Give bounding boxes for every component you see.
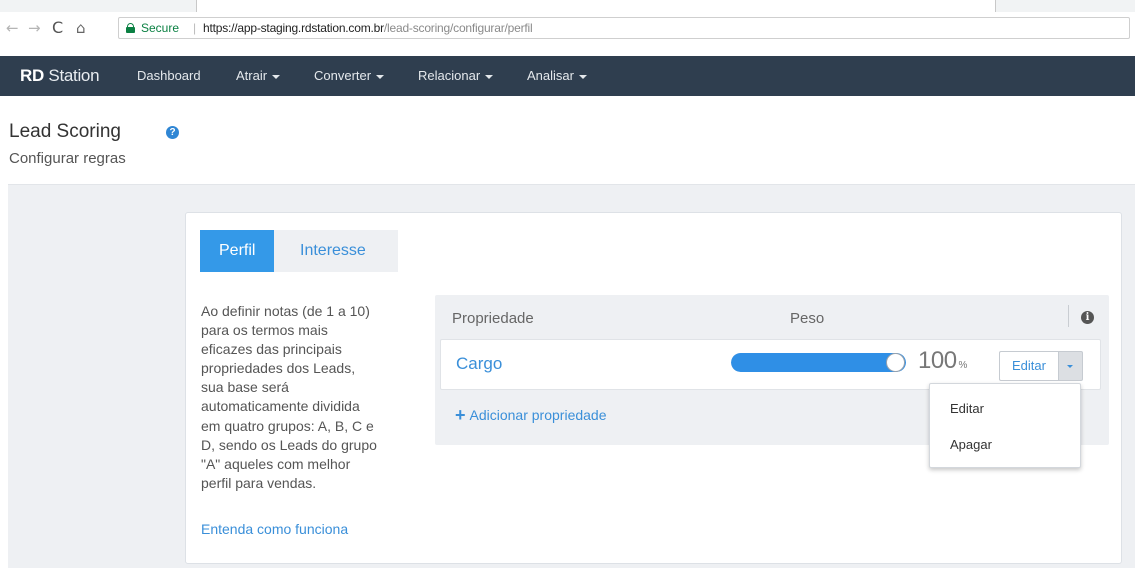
column-header-property: Propriedade [452, 310, 534, 327]
description-line: para os termos mais [201, 322, 328, 339]
caret-down-icon [578, 74, 587, 79]
caret-down-icon [485, 74, 494, 79]
tab-interesse[interactable]: Interesse [274, 230, 398, 272]
brand-logo[interactable]: RD Station [20, 56, 100, 96]
nav-analisar-label: Analisar [527, 68, 574, 83]
url-path: /lead-scoring/configurar/perfil [383, 21, 533, 35]
nav-dashboard[interactable]: Dashboard [137, 56, 201, 96]
description-line: em quatro grupos: A, B, C e [201, 417, 374, 434]
edit-dropdown-toggle[interactable] [1058, 351, 1083, 381]
nav-relacionar[interactable]: Relacionar [418, 56, 494, 96]
description-line: automaticamente dividida [201, 398, 360, 415]
nav-atrair-label: Atrair [236, 68, 268, 83]
nav-analisar[interactable]: Analisar [527, 56, 587, 96]
help-icon[interactable]: ? [166, 126, 179, 139]
back-arrow-icon[interactable]: ← [6, 20, 19, 36]
forward-arrow-icon[interactable]: → [28, 20, 41, 36]
property-name-link[interactable]: Cargo [456, 354, 502, 374]
info-icon[interactable]: i [1081, 311, 1094, 324]
weight-slider-handle[interactable] [886, 353, 905, 372]
url-host: https://app-staging.rdstation.com.br [203, 21, 384, 35]
lock-icon [126, 23, 135, 33]
browser-tabstrip [0, 0, 1135, 12]
weight-unit: % [958, 360, 968, 371]
brand-logo-bold: RD [20, 66, 44, 85]
column-header-weight: Peso [790, 310, 825, 327]
app-navbar: RD Station Dashboard Atrair Converter Re… [0, 56, 1135, 96]
nav-converter[interactable]: Converter [314, 56, 385, 96]
description-line: D, sendo os Leads do grupo [201, 436, 377, 453]
address-bar[interactable]: Secure | https://app-staging.rdstation.c… [118, 17, 1130, 39]
browser-toolbar: ← → C ⌂ Secure | https://app-staging.rds… [0, 0, 1135, 56]
url-text: https://app-staging.rdstation.com.br/lea… [203, 18, 533, 38]
weight-slider-fill [731, 353, 906, 372]
home-icon[interactable]: ⌂ [76, 20, 86, 36]
address-separator: | [193, 21, 197, 35]
learn-more-link[interactable]: Entenda como funciona [201, 521, 348, 537]
secure-label: Secure [141, 21, 180, 35]
description-line: Ao definir notas (de 1 a 10) [201, 303, 370, 319]
edit-button[interactable]: Editar [999, 351, 1058, 381]
brand-logo-rest: Station [48, 66, 100, 85]
description-line: eficazes das principais [201, 341, 342, 358]
edit-dropdown-menu: Editar Apagar [929, 383, 1081, 468]
caret-down-icon [376, 74, 385, 79]
plus-icon: + [455, 405, 466, 425]
reload-icon[interactable]: C [52, 20, 63, 36]
nav-converter-label: Converter [314, 68, 372, 83]
nav-relacionar-label: Relacionar [418, 68, 481, 83]
menu-item-editar[interactable]: Editar [930, 391, 1080, 427]
description-line: "A" aqueles com melhor [201, 455, 351, 472]
menu-item-apagar[interactable]: Apagar [930, 427, 1080, 463]
tab-perfil[interactable]: Perfil [200, 230, 288, 272]
page-subtitle: Configurar regras [9, 150, 126, 167]
browser-tab[interactable] [196, 0, 996, 12]
weight-slider[interactable] [731, 353, 906, 372]
page-title: Lead Scoring [9, 121, 121, 142]
description-line: sua base será [201, 379, 289, 396]
weight-value: 100% [918, 347, 967, 375]
caret-down-icon [1067, 365, 1073, 368]
add-property-label: Adicionar propriedade [469, 407, 607, 423]
caret-down-icon [272, 74, 281, 79]
nav-atrair[interactable]: Atrair [236, 56, 281, 96]
add-property-link[interactable]: + Adicionar propriedade [455, 405, 607, 426]
description-line: perfil para vendas. [201, 474, 317, 491]
description-line: propriedades dos Leads, [201, 360, 356, 377]
header-divider [1068, 305, 1069, 327]
page-header [0, 96, 1135, 184]
description-text: Ao definir notas (de 1 a 10) para os ter… [201, 302, 421, 493]
weight-number: 100 [918, 347, 957, 374]
